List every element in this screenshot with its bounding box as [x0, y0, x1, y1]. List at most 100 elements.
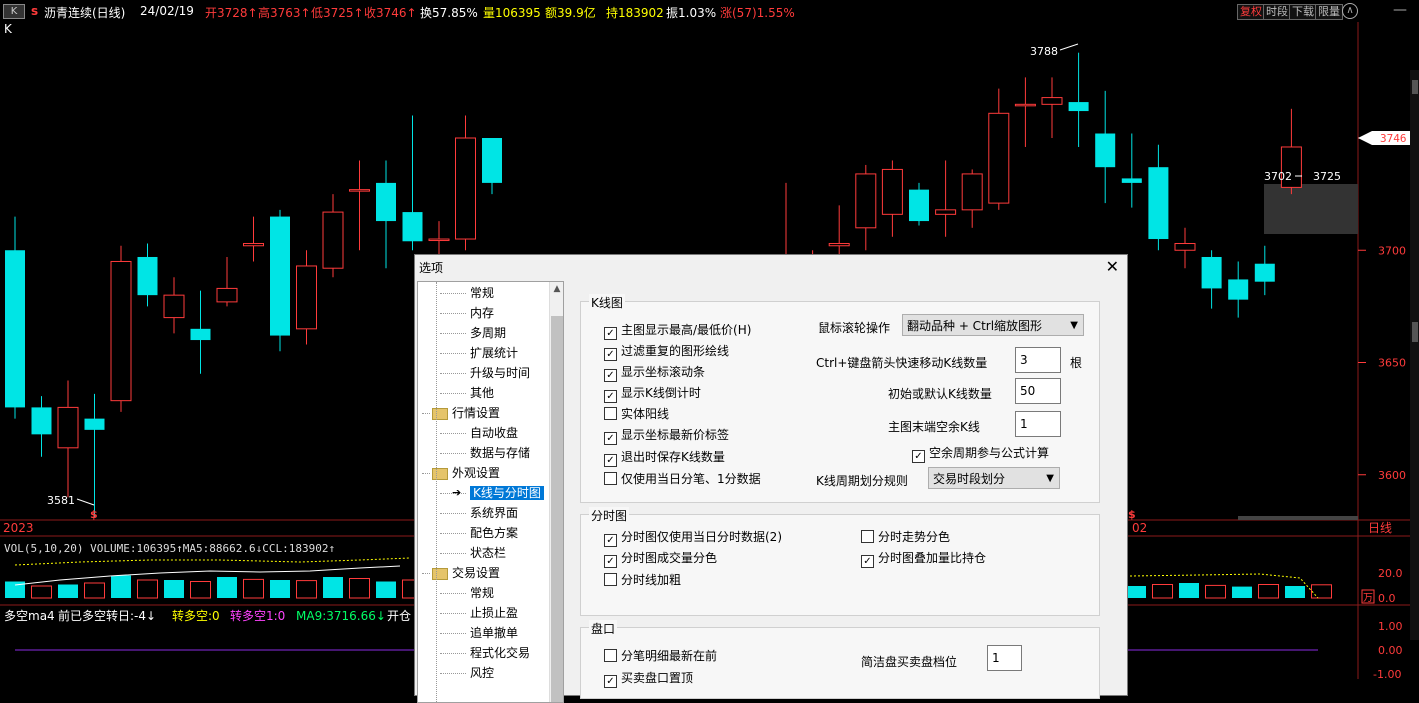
lower-indicator-ma9: MA9:3716.66↓ — [296, 609, 386, 623]
tree-item[interactable]: 自动收盘 — [440, 424, 518, 442]
option-checkbox[interactable]: 分时走势分色 — [861, 528, 950, 545]
checkbox-box: ✓ — [604, 454, 617, 467]
tree-item[interactable]: 内存 — [440, 304, 494, 322]
tree-item[interactable]: 常规 — [440, 584, 495, 602]
volume-bar — [1311, 584, 1332, 599]
chevron-down-icon: ▼ — [1046, 473, 1054, 484]
candle-body — [1148, 167, 1169, 240]
tree-item[interactable]: 追单撤单 — [440, 624, 519, 642]
restore-right-button[interactable]: 复权 — [1237, 4, 1265, 20]
tree-item-label: 外观设置 — [452, 466, 501, 480]
checkbox-box: ✓ — [604, 432, 617, 445]
download-button[interactable]: 下载 — [1289, 4, 1317, 20]
option-checkbox[interactable]: ✓ 过滤重复的图形绘线 — [604, 342, 729, 361]
option-checkbox[interactable]: 分时线加粗 — [604, 571, 681, 588]
session-button[interactable]: 时段 — [1263, 4, 1291, 20]
price-tick-label: 3650 — [1378, 357, 1406, 370]
wheel-select[interactable]: 翻动品种 + Ctrl缩放图形 ▼ — [902, 314, 1084, 336]
empty-period-checkbox[interactable]: ✓ 空余周期参与公式计算 — [912, 444, 1049, 463]
lower-indicator-prev: 前已多空转日:-4↓ — [58, 608, 156, 623]
checkbox-label: 过滤重复的图形绘线 — [621, 344, 730, 358]
candle-body — [190, 328, 211, 341]
init-count-label: 初始或默认K线数量 — [888, 387, 992, 401]
candle-body — [1068, 102, 1089, 112]
kline-group: K线图 ✓ 主图显示最高/最低价(H) ✓ 过滤重复的图形绘线 ✓ 显示坐标滚动条 ✓ 显示K… — [580, 294, 1100, 503]
lower-indicator-a: 转多空:0 — [172, 608, 220, 623]
candle-body — [84, 418, 105, 430]
option-checkbox[interactable]: ✓ 分时图叠加量比持仓 — [861, 549, 986, 568]
tree-item[interactable]: 数据与存储 — [440, 444, 530, 462]
symbol-icon: s — [31, 4, 39, 18]
right-price-mark: 3725 — [1313, 170, 1341, 183]
k-badge[interactable]: K — [3, 4, 25, 19]
chevron-up-icon[interactable]: ∧ — [1342, 3, 1358, 19]
tree-item[interactable]: 扩展统计 — [440, 344, 518, 362]
volume-bar — [1232, 586, 1252, 598]
level-input[interactable]: 1 — [987, 645, 1022, 671]
high-annotation: 3788 — [1030, 45, 1058, 58]
ctrl-move-input[interactable]: 3 — [1015, 347, 1061, 373]
tree-scroll-thumb[interactable] — [551, 316, 563, 702]
tree-item[interactable]: 系统界面 — [440, 504, 518, 522]
tree-item-label: 多周期 — [470, 326, 507, 340]
close-price: 收3746↑ — [364, 6, 417, 20]
tree-item-selected[interactable]: ➔ K线与分时图 — [440, 484, 544, 502]
checkbox-label: 仅使用当日分笔、1分数据 — [621, 472, 761, 486]
option-checkbox[interactable]: 仅使用当日分笔、1分数据 — [604, 470, 761, 487]
tree-item-label: 追单撤单 — [470, 626, 519, 640]
option-checkbox[interactable]: 分笔明细最新在前 — [604, 647, 717, 664]
pankou-group-title: 盘口 — [589, 620, 618, 637]
year-label: 2023 — [3, 521, 34, 535]
candle-body — [935, 209, 957, 215]
volume-bar — [349, 578, 370, 599]
volume-value: 量106395 — [483, 6, 541, 20]
minimize-icon[interactable]: — — [1393, 2, 1407, 18]
kline-group-title: K线图 — [589, 294, 625, 311]
option-checkbox[interactable]: ✓ 分时图仅使用当日分时数据(2) — [604, 528, 782, 547]
tree-item[interactable]: 风控 — [440, 664, 494, 682]
option-checkbox[interactable]: ✓ 显示坐标滚动条 — [604, 363, 705, 382]
option-checkbox[interactable]: ✓ 分时图成交量分色 — [604, 549, 717, 568]
tree-item-label: 其他 — [470, 386, 495, 400]
checkbox-label: 分笔明细最新在前 — [621, 649, 718, 663]
rule-select[interactable]: 交易时段划分 ▼ — [928, 467, 1060, 489]
option-checkbox[interactable]: 实体阳线 — [604, 405, 669, 422]
limit-button[interactable]: 限量 — [1315, 4, 1343, 20]
tree-item[interactable]: 升级与时间 — [440, 364, 530, 382]
candle-body — [402, 212, 423, 242]
period-label: 日线 — [1368, 521, 1392, 535]
lower-indicator-name: 多空ma4 — [4, 609, 55, 623]
dialog-title: 选项 — [419, 261, 444, 275]
option-checkbox[interactable]: ✓ 退出时保存K线数量 — [604, 448, 725, 467]
checkbox-box — [604, 472, 617, 485]
scroll-up-icon[interactable]: ▲ — [552, 284, 562, 294]
checkbox-label: 实体阳线 — [621, 407, 670, 421]
option-checkbox[interactable]: ✓ 主图显示最高/最低价(H) — [604, 321, 751, 340]
candle-body — [988, 112, 1010, 204]
tree-item[interactable]: 常规 — [440, 284, 494, 302]
tree-item-label: 交易设置 — [452, 566, 501, 580]
candle-body — [1095, 133, 1116, 168]
options-tree[interactable]: 常规 内存 多周期 扩展统计 升级与时间 其他 行情设置 自动收盘 数据与存储 外观设置 ➔ K线与分… — [417, 281, 564, 703]
s-marker-left: $ — [90, 508, 98, 521]
tree-item[interactable]: 状态栏 — [440, 544, 506, 562]
candle-body — [376, 182, 396, 222]
tree-item[interactable]: 多周期 — [440, 324, 507, 342]
lower-tick-neg1: -1.00 — [1373, 668, 1401, 679]
margin-input[interactable]: 1 — [1015, 411, 1061, 437]
volume-bar — [31, 585, 52, 599]
tree-item[interactable]: 程式化交易 — [440, 644, 530, 662]
tree-item-label: 常规 — [470, 586, 495, 600]
option-checkbox[interactable]: ✓ 显示K线倒计时 — [604, 384, 701, 403]
candle-body — [1041, 97, 1063, 105]
left-price-mark: 3702 — [1264, 170, 1292, 183]
turnover-rate: 换57.85% — [420, 6, 478, 20]
option-checkbox[interactable]: ✓ 显示坐标最新价标签 — [604, 426, 729, 445]
tree-scrollbar[interactable]: ▲ — [549, 282, 563, 702]
close-icon[interactable]: ✕ — [1106, 257, 1119, 276]
tree-item[interactable]: 止损止盈 — [440, 604, 518, 622]
init-count-input[interactable]: 50 — [1015, 378, 1061, 404]
tree-item[interactable]: 其他 — [440, 384, 495, 402]
tree-item[interactable]: 配色方案 — [440, 524, 518, 542]
checkbox-box — [861, 530, 874, 543]
